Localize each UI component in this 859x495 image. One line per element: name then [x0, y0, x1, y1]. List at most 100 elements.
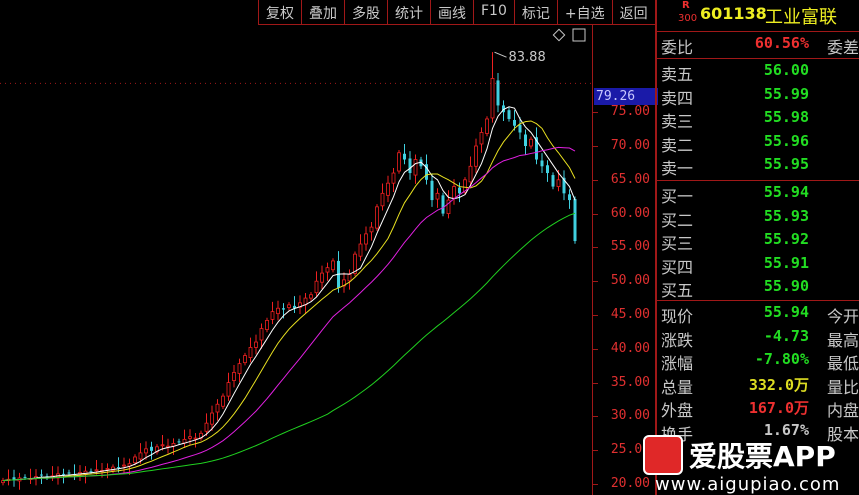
- candle-body: [221, 395, 225, 407]
- candle-body: [568, 194, 571, 201]
- row-label: 买四: [661, 257, 694, 277]
- candle-body: [479, 132, 484, 145]
- row-label: 卖三: [661, 112, 694, 131]
- toolbar-button[interactable]: +自选: [556, 0, 612, 24]
- candle-body: [546, 165, 549, 174]
- candle-body: [474, 145, 478, 167]
- row-value: 56.00: [763, 61, 809, 79]
- badge-r: R: [682, 0, 690, 11]
- toolbar-button[interactable]: 返回: [611, 0, 655, 24]
- candle-body: [347, 274, 352, 282]
- candle-body: [540, 160, 544, 167]
- quote-row: 买五 55.90: [661, 277, 859, 300]
- candle-body: [62, 473, 65, 475]
- quote-row: 委比 60.56% 委差: [661, 34, 859, 57]
- quote-row: 卖三 55.98: [661, 108, 859, 131]
- candle-body: [397, 152, 401, 172]
- quote-row: 买三 55.92: [661, 230, 859, 253]
- quote-row: 涨幅 -7.80% 最低: [661, 350, 859, 373]
- candle-body: [254, 341, 258, 348]
- candle-body: [188, 436, 192, 439]
- y-tick: [593, 484, 598, 485]
- y-tick-label: 75.00: [610, 104, 650, 120]
- y-tick-label: 35.00: [610, 374, 650, 390]
- current-price-marker: 79.26: [594, 88, 658, 105]
- diamond-icon[interactable]: [552, 28, 566, 42]
- candle-body: [67, 472, 71, 474]
- y-tick: [593, 112, 598, 114]
- row-value: 55.98: [763, 108, 809, 126]
- candle-body: [144, 448, 148, 454]
- candle-body: [133, 456, 137, 464]
- candle-body: [490, 78, 495, 119]
- candle-body: [380, 192, 385, 207]
- y-tick: [593, 315, 598, 316]
- y-tick: [593, 247, 598, 249]
- y-tick-label: 55.00: [610, 239, 650, 255]
- panel-toggle-icon[interactable]: [572, 28, 586, 42]
- toolbar-button[interactable]: 统计: [387, 0, 430, 24]
- toolbar-button[interactable]: 复权: [258, 0, 301, 24]
- y-tick: [593, 281, 598, 283]
- candle-body: [276, 307, 280, 315]
- candle-body: [468, 165, 473, 183]
- toolbar: 复权 叠加 多股 统计 画线 F10 标记 +自选 返回: [258, 0, 655, 25]
- quote-row: 卖五 56.00: [661, 61, 859, 84]
- candle-body: [573, 199, 577, 242]
- candle-body: [386, 182, 390, 196]
- candle-body: [265, 320, 269, 330]
- candle-body: [226, 382, 231, 397]
- candle-body: [270, 311, 275, 320]
- candle-body: [551, 175, 555, 187]
- candle-body: [309, 294, 313, 299]
- toolbar-button[interactable]: 多股: [344, 0, 387, 24]
- candle-body: [513, 119, 516, 126]
- ma-line-ma10: [2, 120, 576, 482]
- y-tick: [593, 146, 598, 147]
- candle-body: [117, 467, 120, 469]
- candle-body: [403, 153, 406, 160]
- row-label: 卖一: [661, 159, 694, 178]
- candle-body: [138, 452, 143, 460]
- row-label: 买一: [661, 187, 694, 206]
- candle-body: [441, 195, 445, 214]
- y-tick-label: 20.00: [610, 476, 650, 491]
- candle-body: [320, 272, 324, 283]
- candle-body: [556, 179, 561, 187]
- candle-body: [122, 464, 126, 467]
- candle-body: [237, 363, 242, 374]
- candle-body: [507, 110, 511, 119]
- row-value: 55.92: [763, 230, 809, 248]
- candle-body: [364, 233, 368, 245]
- candle-body: [215, 403, 220, 413]
- candle-body: [452, 186, 456, 199]
- toolbar-button[interactable]: F10: [473, 0, 514, 24]
- y-tick: [593, 213, 598, 215]
- row-right-label: 委差: [826, 38, 859, 57]
- row-label: 卖五: [661, 65, 694, 84]
- toolbar-button[interactable]: 叠加: [301, 0, 344, 24]
- candle-body: [89, 471, 93, 473]
- candle-body: [325, 267, 330, 273]
- y-tick-label: 65.00: [610, 171, 650, 187]
- candle-body: [496, 80, 500, 106]
- ma-line-ma5: [2, 106, 576, 482]
- row-value: 60.56%: [754, 34, 809, 52]
- row-value: 55.94: [763, 183, 809, 201]
- watermark-url: www.aigupiao.com: [655, 474, 841, 495]
- candle-body: [177, 441, 181, 443]
- candle-body: [232, 372, 236, 381]
- candle-body: [391, 172, 396, 184]
- y-tick-label: 45.00: [610, 307, 650, 322]
- quote-row: 买四 55.91: [661, 254, 859, 277]
- candle-body: [94, 469, 99, 472]
- candle-body: [375, 206, 379, 229]
- toolbar-button[interactable]: 画线: [430, 0, 473, 24]
- row-label: 买五: [661, 281, 694, 300]
- candle-body: [369, 226, 374, 233]
- kline-chart[interactable]: 83.88: [0, 25, 592, 495]
- row-value: 55.96: [763, 131, 809, 150]
- toolbar-button[interactable]: 标记: [513, 0, 557, 24]
- candle-body: [193, 437, 198, 440]
- row-label: 涨幅: [661, 354, 694, 373]
